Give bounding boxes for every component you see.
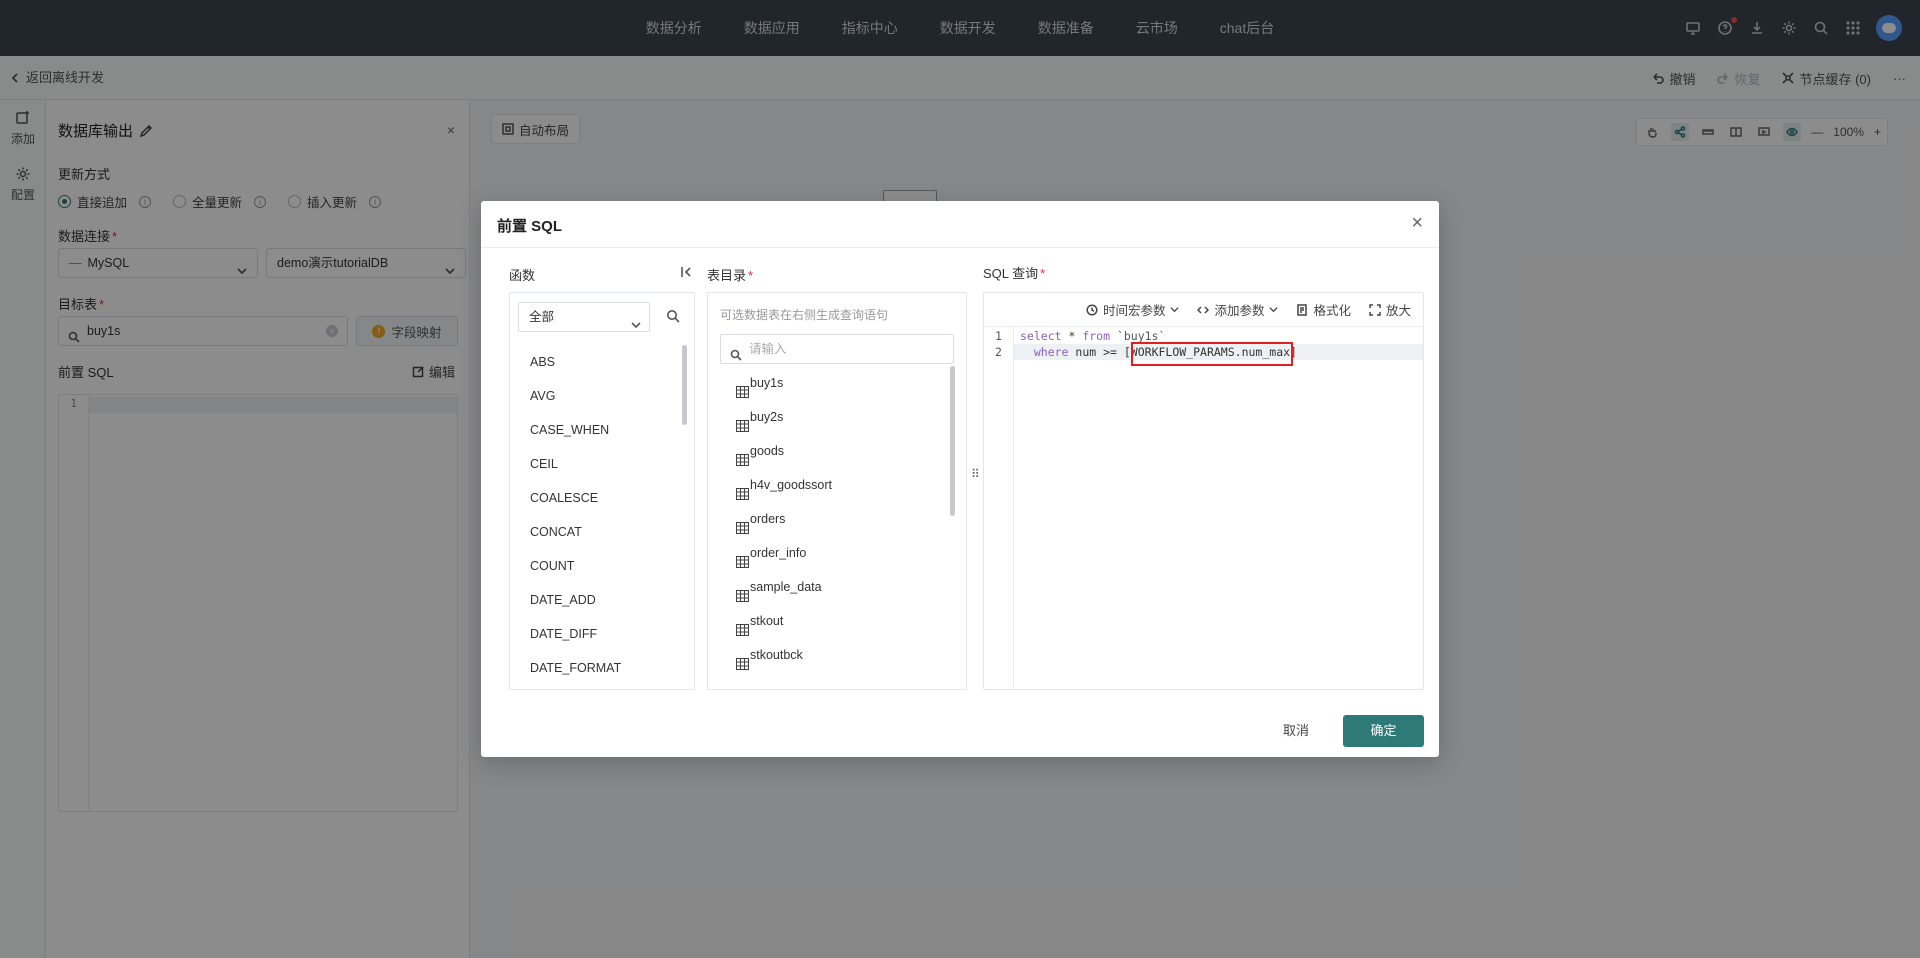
table-name: stkoutbck xyxy=(750,648,803,662)
table-icon xyxy=(735,581,750,603)
sql-query-label: SQL 查询 * xyxy=(983,263,1045,282)
table-list: buy1s buy2s goods h4v_goodssort orders o… xyxy=(708,366,948,672)
table-search-input[interactable]: 请输入 xyxy=(720,334,954,364)
sql-keyword: where xyxy=(1033,345,1069,359)
functions-panel: 全部 ABS AVG CASE_WHEN CEIL COALESCE CONCA… xyxy=(509,292,695,690)
table-icon xyxy=(735,513,750,535)
table-name: buy1s xyxy=(750,376,784,390)
function-category-value: 全部 xyxy=(529,310,555,324)
table-item[interactable]: buy1s xyxy=(708,366,948,400)
tables-hint: 可选数据表在右侧生成查询语句 xyxy=(720,308,889,322)
sql-keyword: select xyxy=(1020,329,1062,343)
function-item[interactable]: COUNT xyxy=(510,549,680,583)
sql-table-name: `buy1s` xyxy=(1110,329,1166,343)
confirm-button[interactable]: 确定 xyxy=(1343,715,1424,747)
functions-label: 函数 xyxy=(509,268,536,283)
format-button[interactable]: 格式化 xyxy=(1296,300,1351,319)
tables-label: 表目录 * xyxy=(707,265,753,284)
sql-editor-panel: 时间宏参数 添加参数 格式化 放大 1 2 select * from `buy… xyxy=(983,292,1424,690)
table-name: orders xyxy=(750,512,786,526)
search-icon[interactable] xyxy=(666,309,680,323)
sql-query-label-text: SQL 查询 xyxy=(983,266,1039,281)
sql-toolbar: 时间宏参数 添加参数 格式化 放大 xyxy=(984,293,1423,327)
table-icon xyxy=(735,411,750,433)
add-param-button[interactable]: 添加参数 xyxy=(1197,300,1279,319)
table-item[interactable]: sample_data xyxy=(708,570,948,604)
line-number: 1 xyxy=(995,329,1002,343)
table-item[interactable]: h4v_goodssort xyxy=(708,468,948,502)
sql-token: * xyxy=(1061,329,1083,343)
function-item[interactable]: CEIL xyxy=(510,447,680,481)
cancel-button[interactable]: 取消 xyxy=(1269,715,1323,747)
required-asterisk: * xyxy=(748,268,754,283)
table-name: goods xyxy=(750,444,785,458)
table-item[interactable]: buy2s xyxy=(708,400,948,434)
tables-label-text: 表目录 xyxy=(707,268,747,283)
table-icon xyxy=(735,445,750,467)
table-item[interactable]: orders xyxy=(708,502,948,536)
chevron-down-icon xyxy=(631,312,641,329)
function-category-select[interactable]: 全部 xyxy=(518,302,650,332)
pre-sql-dialog: 前置 SQL × 函数 表目录 * SQL 查询 * 全部 ABS AVG CASE… xyxy=(481,201,1439,757)
tables-panel: 可选数据表在右侧生成查询语句 请输入 buy1s buy2s goods h4v… xyxy=(707,292,967,690)
table-icon xyxy=(735,615,750,637)
chevron-down-icon xyxy=(1269,307,1279,313)
format-label: 格式化 xyxy=(1313,304,1351,318)
table-icon xyxy=(735,547,750,569)
code-brackets-icon xyxy=(1197,305,1210,314)
time-macro-button[interactable]: 时间宏参数 xyxy=(1086,300,1180,319)
table-icon xyxy=(735,377,750,399)
function-item[interactable]: CONCAT xyxy=(510,515,680,549)
add-param-label: 添加参数 xyxy=(1214,304,1265,318)
table-name: stkout xyxy=(750,614,784,628)
resize-drag-handle-icon[interactable]: ⠿ xyxy=(971,467,981,481)
table-icon xyxy=(735,479,750,501)
function-item[interactable]: DATE_FORMAT xyxy=(510,651,680,685)
expand-button[interactable]: 放大 xyxy=(1369,300,1411,319)
highlight-annotation-box xyxy=(1131,342,1293,366)
function-item[interactable]: ABS xyxy=(510,345,680,379)
dialog-divider xyxy=(481,247,1439,248)
document-icon xyxy=(1297,303,1308,316)
function-item[interactable]: CASE_WHEN xyxy=(510,413,680,447)
search-icon xyxy=(730,343,742,361)
table-name: h4v_goodssort xyxy=(750,478,833,492)
clock-icon xyxy=(1086,303,1098,316)
function-item[interactable]: COALESCE xyxy=(510,481,680,515)
line-number: 2 xyxy=(995,345,1002,359)
table-item[interactable]: goods xyxy=(708,434,948,468)
table-name: order_info xyxy=(750,546,807,560)
dialog-title: 前置 SQL xyxy=(497,218,563,235)
required-asterisk: * xyxy=(1040,266,1046,281)
dialog-close-button[interactable]: × xyxy=(1411,211,1423,235)
function-item[interactable]: DATE_DIFF xyxy=(510,617,680,651)
function-item[interactable]: DATE_ADD xyxy=(510,583,680,617)
function-list: ABS AVG CASE_WHEN CEIL COALESCE CONCAT C… xyxy=(510,345,680,685)
time-macro-label: 时间宏参数 xyxy=(1102,304,1166,318)
sql-condition: num >= xyxy=(1068,345,1124,359)
table-icon xyxy=(735,649,750,671)
sql-line-gutter: 1 2 xyxy=(984,327,1014,689)
table-list-scrollbar[interactable] xyxy=(950,366,955,516)
expand-label: 放大 xyxy=(1385,304,1411,318)
table-name: buy2s xyxy=(750,410,784,424)
function-list-scrollbar[interactable] xyxy=(682,345,687,425)
table-name: sample_data xyxy=(750,580,822,594)
sql-code-area[interactable]: select * from `buy1s` where num >= [WORK… xyxy=(1014,328,1423,366)
table-item[interactable]: order_info xyxy=(708,536,948,570)
function-item[interactable]: AVG xyxy=(510,379,680,413)
collapse-left-icon[interactable] xyxy=(680,265,694,279)
sql-indent xyxy=(1020,345,1034,359)
chevron-down-icon xyxy=(1170,307,1180,313)
table-search-placeholder: 请输入 xyxy=(749,342,787,356)
table-item[interactable]: stkoutbck xyxy=(708,638,948,672)
table-item[interactable]: stkout xyxy=(708,604,948,638)
expand-icon xyxy=(1369,303,1381,316)
sql-keyword: from xyxy=(1082,329,1111,343)
